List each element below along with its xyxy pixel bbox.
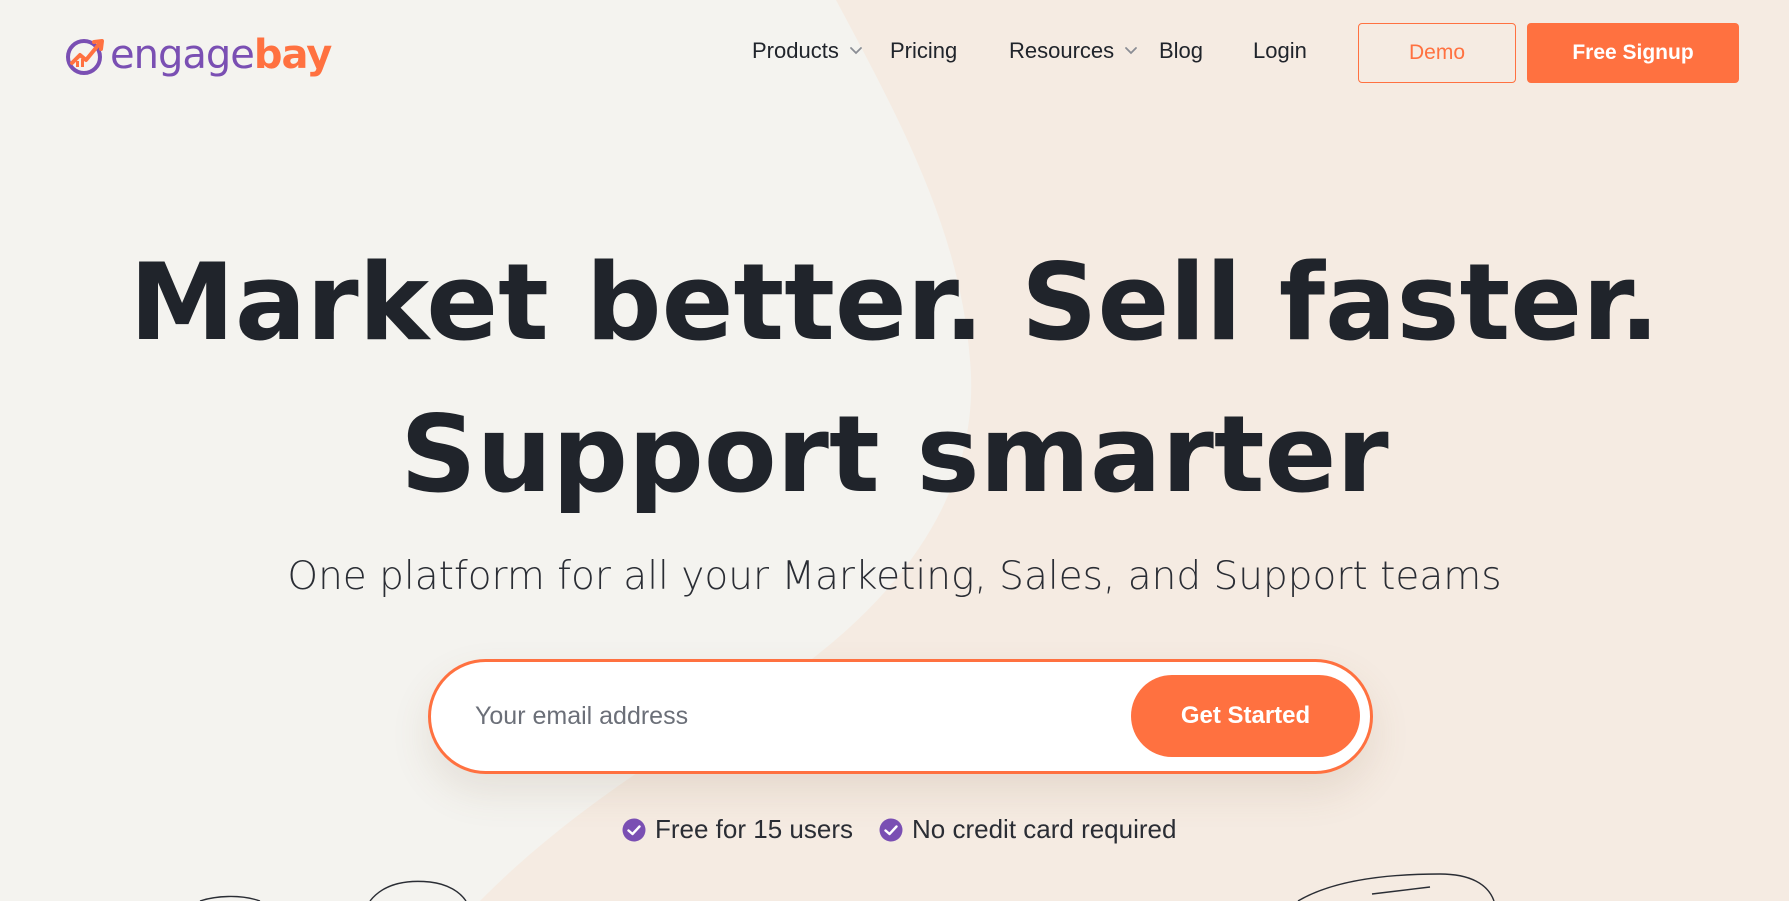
- nav-item-products[interactable]: Products: [752, 38, 863, 64]
- logo-text: engagebay: [110, 32, 332, 78]
- nav-item-pricing[interactable]: Pricing: [890, 38, 957, 64]
- email-input[interactable]: [475, 690, 1075, 742]
- nav-item-login[interactable]: Login: [1253, 38, 1307, 64]
- decorative-doodles: [199, 873, 1495, 901]
- perk-item: Free for 15 users: [622, 814, 853, 845]
- nav-item-products-label: Products: [752, 38, 839, 63]
- logo-mark-icon: [66, 39, 104, 75]
- perk-item: No credit card required: [879, 814, 1176, 845]
- engagebay-logo[interactable]: engagebay: [64, 32, 332, 78]
- nav-item-blog-label: Blog: [1159, 38, 1204, 63]
- chevron-down-icon: [1125, 47, 1138, 55]
- logo-text-engage: engage: [110, 32, 255, 78]
- chevron-down-icon: [849, 47, 862, 55]
- hero-headline-line1: Market better. Sell faster.: [129, 241, 1660, 364]
- perks-list: Free for 15 users No credit card require…: [0, 814, 1789, 848]
- nav-item-pricing-label: Pricing: [890, 38, 958, 63]
- check-circle-icon: [879, 818, 903, 841]
- hero-headline-line2: Support smarter: [400, 393, 1389, 516]
- site-header: engagebay Products Pricing Resources Blo…: [0, 0, 1789, 108]
- logo-text-bay: bay: [253, 32, 332, 78]
- signup-form: Get Started: [428, 659, 1373, 774]
- hero-subheadline: One platform for all your Marketing, Sal…: [287, 554, 1502, 599]
- nav-item-blog[interactable]: Blog: [1159, 38, 1203, 64]
- nav-item-resources-label: Resources: [1009, 38, 1115, 63]
- free-signup-button[interactable]: Free Signup: [1527, 23, 1739, 83]
- get-started-button[interactable]: Get Started: [1131, 675, 1360, 757]
- nav-item-resources[interactable]: Resources: [1009, 38, 1138, 64]
- demo-button[interactable]: Demo: [1358, 23, 1516, 83]
- nav-item-login-label: Login: [1253, 38, 1307, 63]
- hero-section: Market better. Sell faster. Support smar…: [0, 0, 1789, 901]
- check-circle-icon: [622, 818, 646, 841]
- perk-label: Free for 15 users: [655, 814, 853, 844]
- perk-label: No credit card required: [912, 814, 1177, 844]
